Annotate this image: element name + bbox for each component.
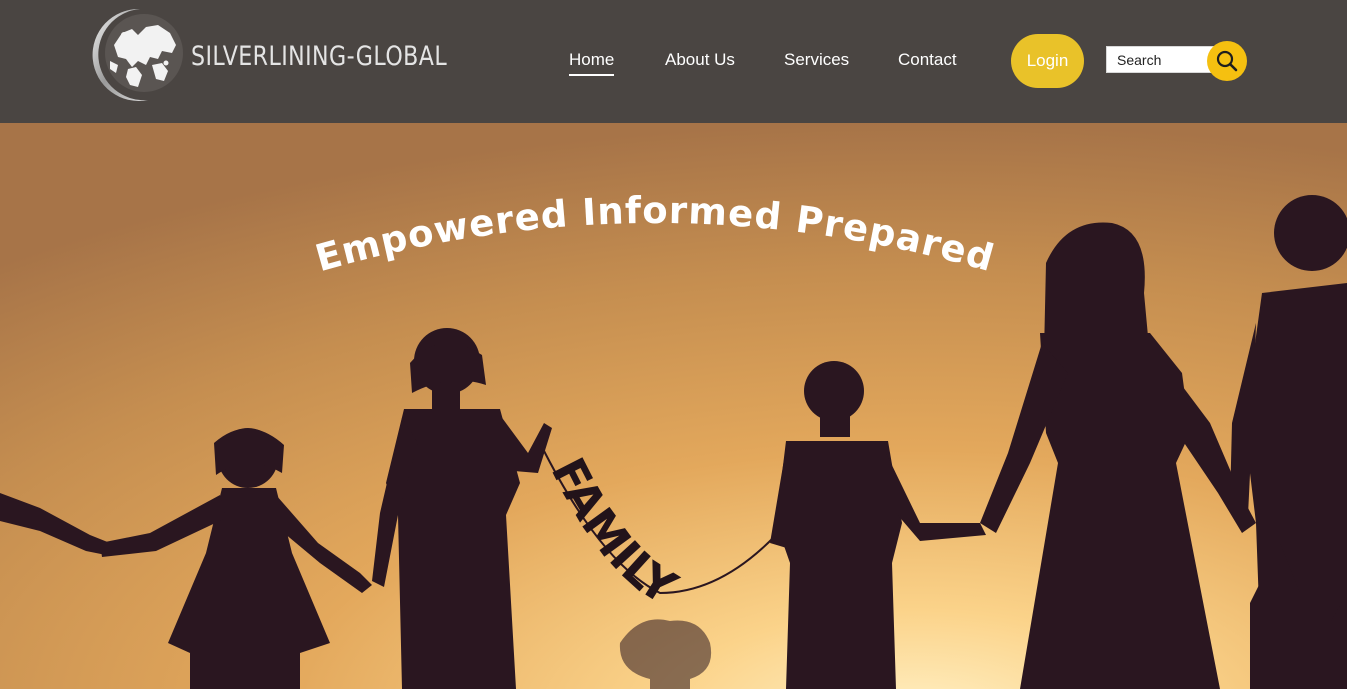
search-icon [1216, 50, 1238, 72]
search-bar [1106, 41, 1248, 81]
nav-services-link[interactable]: Services [784, 50, 849, 72]
hero-banner: FAMILY Empowered Informed Prepared [0, 123, 1347, 689]
nav-contact-link[interactable]: Contact [898, 50, 957, 72]
hero-family-silhouette-image: FAMILY [0, 123, 1347, 689]
globe-crescent-icon [92, 8, 183, 101]
brand-logo[interactable]: SILVERLINING-GLOBAL [88, 5, 448, 105]
nav-home-link[interactable]: Home [569, 50, 615, 76]
nav-about-link[interactable]: About Us [665, 50, 735, 72]
site-header: SILVERLINING-GLOBAL Home About Us Servic… [0, 0, 1347, 123]
brand-name: SILVERLINING-GLOBAL [191, 41, 448, 72]
login-button[interactable]: Login [1011, 34, 1084, 88]
search-button[interactable] [1207, 41, 1247, 81]
